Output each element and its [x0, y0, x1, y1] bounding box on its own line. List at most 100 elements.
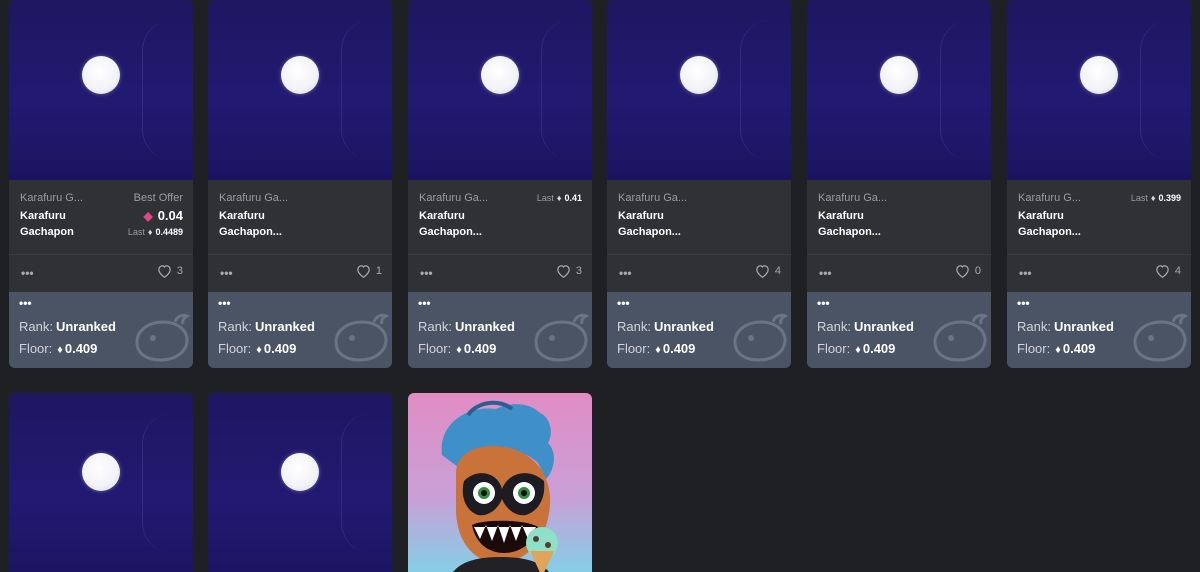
nft-info: Karafuru G... Karafuru Gachapon... Last ♦… — [1007, 180, 1191, 254]
nft-card-7[interactable] — [9, 393, 193, 572]
whale-icon — [1133, 313, 1189, 362]
ethereum-icon: ♦ — [456, 344, 462, 356]
moon-artwork — [680, 56, 718, 94]
moon-artwork — [481, 56, 519, 94]
ellipsis-icon[interactable]: ••• — [420, 266, 433, 280]
nft-card-5[interactable]: Karafuru Ga... Karafuru Gachapon... ••• … — [807, 0, 991, 368]
ellipsis-icon[interactable]: ••• — [817, 296, 830, 310]
floor-row: Floor: ♦ 0.409 — [817, 341, 896, 356]
ellipsis-icon[interactable]: ••• — [617, 296, 630, 310]
moon-artwork — [281, 56, 319, 94]
moon-artwork — [82, 453, 120, 491]
ethereum-icon: ♦ — [1055, 344, 1061, 356]
nft-card-9[interactable] — [408, 393, 592, 572]
heart-icon — [756, 265, 769, 278]
ellipsis-icon[interactable]: ••• — [220, 266, 233, 280]
nft-image[interactable] — [9, 0, 193, 180]
nft-name[interactable]: Karafuru Gachapon... — [219, 208, 319, 240]
card-actions: ••• 4 — [607, 255, 791, 292]
like-button[interactable]: 4 — [1155, 264, 1181, 278]
nft-name[interactable]: Karafuru Gachapon... — [618, 208, 718, 240]
rarity-panel: ••• Rank: Unranked Floor: ♦ 0.409 — [807, 292, 991, 368]
like-button[interactable]: 3 — [556, 264, 582, 278]
rarity-panel: ••• Rank: Unranked Floor: ♦ 0.409 — [408, 292, 592, 368]
whale-icon — [334, 313, 390, 362]
nft-name[interactable]: Karafuru Gachapon... — [1018, 208, 1118, 240]
like-button[interactable]: 0 — [955, 264, 981, 278]
whale-icon — [933, 313, 989, 362]
ethereum-icon: ♦ — [855, 344, 861, 356]
nft-name[interactable]: Karafuru Gachapon... — [818, 208, 918, 240]
nft-info: Karafuru Ga... Karafuru Gachapon... — [607, 180, 791, 254]
nft-image[interactable] — [408, 0, 592, 180]
floor-row: Floor: ♦ 0.409 — [19, 341, 98, 356]
nft-image[interactable] — [208, 0, 392, 180]
nft-character-image[interactable] — [408, 393, 592, 572]
ellipsis-icon[interactable]: ••• — [19, 296, 32, 310]
ellipsis-icon[interactable]: ••• — [819, 266, 832, 280]
nft-info: Karafuru Ga... Karafuru Gachapon... — [807, 180, 991, 254]
like-button[interactable]: 4 — [755, 264, 781, 278]
nft-card-6[interactable]: Karafuru G... Karafuru Gachapon... Last ♦… — [1007, 0, 1191, 368]
rarity-panel: ••• Rank: Unranked Floor: ♦ 0.409 — [208, 292, 392, 368]
whale-icon — [733, 313, 789, 362]
ellipsis-icon[interactable]: ••• — [1017, 296, 1030, 310]
nft-info: Karafuru G... Karafuru Gachapon Best Off… — [9, 180, 193, 254]
heart-icon — [956, 265, 969, 278]
collection-name[interactable]: Karafuru G... — [20, 192, 83, 204]
nft-image[interactable] — [1007, 0, 1191, 180]
floor-row: Floor: ♦ 0.409 — [418, 341, 497, 356]
nft-info: Karafuru Ga... Karafuru Gachapon... Last… — [408, 180, 592, 254]
collection-name[interactable]: Karafuru Ga... — [419, 192, 488, 204]
ellipsis-icon[interactable]: ••• — [418, 296, 431, 310]
last-sale: Last ♦ 0.399 — [1130, 193, 1181, 203]
nft-image[interactable] — [9, 393, 193, 572]
moon-artwork — [880, 56, 918, 94]
character-artwork — [441, 400, 558, 572]
whale-icon — [534, 313, 590, 362]
heart-icon — [557, 265, 570, 278]
rank-row: Rank: Unranked — [1017, 319, 1114, 334]
moon-artwork — [1080, 56, 1118, 94]
nft-image[interactable] — [208, 393, 392, 572]
rank-row: Rank: Unranked — [817, 319, 914, 334]
heart-icon — [158, 265, 171, 278]
ethereum-icon: ♦ — [556, 193, 562, 203]
nft-card-8[interactable] — [208, 393, 392, 572]
nft-info: Karafuru Ga... Karafuru Gachapon... — [208, 180, 392, 254]
rarity-panel: ••• Rank: Unranked Floor: ♦ 0.409 — [607, 292, 791, 368]
like-button[interactable]: 3 — [157, 264, 183, 278]
nft-name[interactable]: Karafuru Gachapon... — [419, 208, 519, 240]
card-actions: ••• 0 — [807, 255, 991, 292]
rank-row: Rank: Unranked — [19, 319, 116, 334]
heart-icon — [1156, 265, 1169, 278]
ellipsis-icon[interactable]: ••• — [21, 266, 34, 280]
rarity-panel: ••• Rank: Unranked Floor: ♦ 0.409 — [1007, 292, 1191, 368]
collection-name[interactable]: Karafuru Ga... — [219, 192, 288, 204]
like-button[interactable]: 1 — [356, 264, 382, 278]
nft-card-4[interactable]: Karafuru Ga... Karafuru Gachapon... ••• … — [607, 0, 791, 368]
collection-name[interactable]: Karafuru Ga... — [618, 192, 687, 204]
ellipsis-icon[interactable]: ••• — [1019, 266, 1032, 280]
best-offer-price: ◆ 0.04 — [143, 208, 183, 223]
whale-icon — [135, 313, 191, 362]
ellipsis-icon[interactable]: ••• — [619, 266, 632, 280]
nft-card-1[interactable]: Karafuru G... Karafuru Gachapon Best Off… — [9, 0, 193, 368]
ethereum-icon: ♦ — [256, 344, 262, 356]
nft-card-3[interactable]: Karafuru Ga... Karafuru Gachapon... Last… — [408, 0, 592, 368]
card-actions: ••• 4 — [1007, 255, 1191, 292]
like-count: 4 — [774, 265, 781, 277]
rarity-panel: ••• Rank: Unranked Floor: ♦ 0.409 — [9, 292, 193, 368]
rank-row: Rank: Unranked — [418, 319, 515, 334]
nft-image[interactable] — [807, 0, 991, 180]
nft-name[interactable]: Karafuru Gachapon — [20, 208, 120, 240]
card-actions: ••• 3 — [408, 255, 592, 292]
ellipsis-icon[interactable]: ••• — [218, 296, 231, 310]
card-actions: ••• 3 — [9, 255, 193, 292]
nft-card-2[interactable]: Karafuru Ga... Karafuru Gachapon... ••• … — [208, 0, 392, 368]
collection-name[interactable]: Karafuru G... — [1018, 192, 1081, 204]
floor-row: Floor: ♦ 0.409 — [1017, 341, 1096, 356]
last-sale: Last ♦ 0.41 — [536, 193, 582, 203]
nft-image[interactable] — [607, 0, 791, 180]
collection-name[interactable]: Karafuru Ga... — [818, 192, 887, 204]
